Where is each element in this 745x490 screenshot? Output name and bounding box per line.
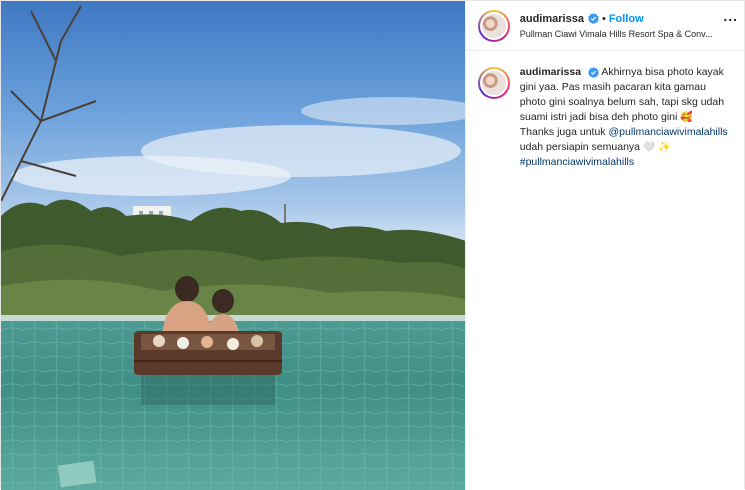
avatar-image (479, 69, 508, 97)
follow-button[interactable]: Follow (609, 13, 644, 25)
verified-badge-icon (587, 13, 599, 24)
avatar-image (479, 11, 508, 40)
cloud (11, 156, 291, 196)
header-text: audimarissa • Follow Pullman Ciawi Vimal… (520, 13, 734, 39)
caption-thanks: Thanks juga untuk (519, 126, 606, 138)
cloud (301, 97, 465, 125)
white-heart-emoji-icon: 🤍 (642, 142, 656, 153)
reflection (141, 375, 275, 405)
caption-ending: udah persiapin semuanya (519, 141, 640, 153)
food-plate (251, 335, 263, 347)
food-plate (227, 338, 239, 350)
food-plate (177, 337, 189, 349)
caption-text: audimarissa Akhirnya bisa photo kayak gi… (520, 65, 730, 170)
person-woman-head (212, 289, 234, 313)
caption: audimarissa Akhirnya bisa photo kayak gi… (466, 51, 744, 170)
post-photo[interactable] (1, 1, 465, 490)
caption-username-link[interactable]: audimarissa (520, 66, 581, 78)
header-row: audimarissa • Follow (520, 13, 734, 25)
food-plate (201, 336, 213, 348)
caption-avatar[interactable] (477, 67, 510, 99)
avatar[interactable] (477, 9, 510, 42)
post-header: audimarissa • Follow Pullman Ciawi Vimal… (465, 1, 744, 51)
mention-link[interactable]: @pullmanciawivimalahills (608, 126, 727, 138)
instagram-post: audimarissa • Follow Pullman Ciawi Vimal… (0, 0, 745, 490)
person-man-head (175, 276, 199, 302)
hashtag-link[interactable]: #pullmanciawivimalahills (520, 156, 634, 168)
smiling-face-emoji-icon: 🥰 (680, 112, 693, 123)
photo-illustration (1, 5, 465, 490)
username-link[interactable]: audimarissa (520, 13, 584, 25)
post-side-panel: audimarissa • Follow Pullman Ciawi Vimal… (464, 1, 744, 490)
food-plate (153, 335, 165, 347)
more-options-icon[interactable]: ... (723, 9, 738, 23)
location-link[interactable]: Pullman Ciawi Vimala Hills Resort Spa & … (520, 29, 726, 39)
verified-badge-icon (587, 66, 599, 78)
separator-dot: • (601, 12, 606, 25)
sparkles-emoji-icon: ✨ (658, 142, 671, 153)
